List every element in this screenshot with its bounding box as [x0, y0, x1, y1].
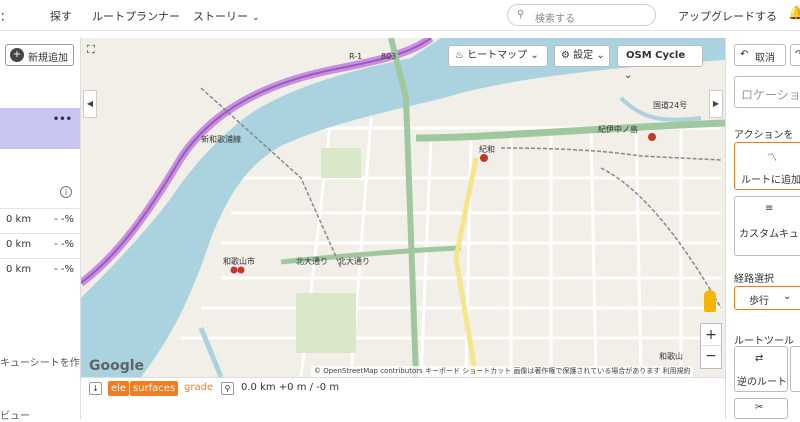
reverse-icon: ⇄: [755, 353, 764, 364]
travel-mode-label: 歩行: [749, 296, 769, 307]
chevron-down-icon: ⌄: [624, 70, 633, 81]
chevron-down-icon: ⌄: [596, 50, 605, 61]
map-attribution: © OpenStreetMap contributors キーボード ショートカ…: [311, 366, 694, 377]
map-layer-select[interactable]: OSM Cycle ⌄: [617, 45, 703, 81]
cue-sheet-link[interactable]: キューシートを作: [0, 354, 80, 369]
location-placeholder: ロケーショ: [741, 88, 800, 102]
zoom-out-button[interactable]: −: [701, 346, 721, 368]
settings-label: 設定: [573, 50, 594, 61]
menu-dots-icon[interactable]: ：: [0, 8, 11, 24]
stat-percent: - -%: [54, 214, 74, 225]
travel-mode-select[interactable]: 歩行 ⌄: [734, 286, 800, 310]
custom-cue-label: カスタムキュー: [739, 229, 800, 240]
bell-icon[interactable]: 🔔: [788, 6, 800, 21]
location-input[interactable]: ロケーショ: [734, 76, 800, 108]
flame-icon: ♨: [455, 50, 464, 61]
selected-route-item[interactable]: •••: [0, 108, 80, 149]
scissors-icon: ✂: [755, 402, 764, 413]
stat-row: 0 km - -%: [0, 208, 80, 230]
list-icon: ≡: [765, 203, 774, 214]
map-canvas: [81, 38, 725, 377]
route-shield: R-1: [349, 52, 363, 61]
tag-surfaces[interactable]: surfaces: [130, 381, 179, 396]
path-title: 経路選択: [734, 274, 774, 285]
heatmap-button[interactable]: ♨ ヒートマップ ⌄: [448, 45, 548, 67]
chart-line-icon: 〽: [767, 153, 777, 164]
stat-distance: 0 km: [6, 264, 32, 275]
chevron-down-icon: ⌄: [252, 13, 260, 23]
tag-ele[interactable]: ele: [108, 381, 130, 396]
reverse-label: 逆のルート: [737, 377, 787, 388]
heatmap-label: ヒートマップ: [467, 50, 528, 61]
add-new-button[interactable]: + 新規追加: [5, 44, 74, 66]
info-icon[interactable]: i: [60, 186, 72, 198]
top-navigation: ： 探す ルートプランナー ストーリー ⌄ ⚲ 検索する アップグレードする 🔔: [0, 0, 800, 31]
tag-grade[interactable]: grade: [184, 382, 213, 393]
station-label: 和歌山市: [223, 257, 255, 266]
tools-title: ルートツール: [734, 336, 794, 347]
stat-distance: 0 km: [6, 239, 32, 250]
upgrade-link[interactable]: アップグレードする: [678, 8, 777, 24]
layer-label: OSM Cycle: [626, 50, 686, 61]
stat-row: 0 km - -%: [0, 258, 80, 280]
stat-percent: - -%: [54, 239, 74, 250]
undo-button[interactable]: ↶ 取消: [734, 44, 786, 66]
search-icon: ⚲: [517, 9, 525, 20]
reverse-route-button[interactable]: ⇄ 逆のルート: [734, 346, 788, 392]
split-tool-button[interactable]: ✂: [734, 398, 788, 419]
route-shield: 803: [381, 52, 397, 61]
fullscreen-icon[interactable]: ⛶: [87, 43, 103, 59]
nav-route-planner[interactable]: ルートプランナー: [92, 8, 180, 24]
road-label: 国道24号: [653, 101, 688, 110]
settings-button[interactable]: ⚙ 設定 ⌄: [554, 45, 610, 67]
gear-icon: ⚙: [561, 50, 570, 61]
plus-icon: +: [10, 48, 24, 62]
zoom-in-button[interactable]: +: [701, 324, 721, 346]
station-label: 紀和: [479, 145, 495, 154]
chevron-down-icon: ⌄: [783, 291, 792, 302]
elevation-bar: ↓ ele surfaces grade ⚲ 0.0 km +0 m / -0 …: [81, 377, 725, 399]
custom-cue-button[interactable]: ≡ カスタムキュー: [734, 196, 800, 256]
search-placeholder: 検索する: [535, 14, 575, 25]
map-view[interactable]: 紀和 紀伊中ノ島 和歌山市 北大通り 北大通り 和歌山 国道24号 803 R-…: [81, 38, 725, 377]
elevation-summary: 0.0 km +0 m / -0 m: [241, 382, 340, 393]
undo-icon: ↶: [740, 49, 749, 60]
nav-explore[interactable]: 探す: [50, 8, 72, 24]
google-logo: Google: [89, 358, 145, 374]
redo-button[interactable]: ↷: [790, 44, 800, 66]
road-label: 新和歌浦線: [201, 135, 241, 144]
redo-icon: ↷: [795, 49, 800, 60]
nav-stories-label: ストーリー: [193, 10, 248, 23]
zoom-icon[interactable]: ⚲: [221, 382, 234, 395]
collapse-right-icon[interactable]: ▶: [709, 90, 723, 118]
stat-percent: - -%: [54, 264, 74, 275]
undo-label: 取消: [755, 53, 775, 64]
download-icon[interactable]: ↓: [89, 382, 102, 395]
search-input[interactable]: ⚲ 検索する: [507, 4, 656, 26]
stat-row: 0 km - -%: [0, 233, 80, 255]
zoom-control: + −: [700, 323, 722, 369]
add-new-label: 新規追加: [28, 53, 68, 64]
road-label: 北大通り: [338, 257, 370, 266]
add-to-route-label: ルートに追加: [741, 175, 800, 186]
tool-button[interactable]: [790, 346, 800, 392]
more-options-icon[interactable]: •••: [53, 114, 72, 125]
station-label: 紀伊中ノ島: [598, 125, 638, 134]
nav-stories[interactable]: ストーリー ⌄: [193, 8, 260, 24]
street-view-pegman-icon[interactable]: [704, 290, 716, 312]
collapse-left-icon[interactable]: ◀: [83, 90, 97, 118]
left-panel: + 新規追加 ••• i 0 km - -% 0 km - -% 0 km - …: [0, 38, 81, 422]
stat-distance: 0 km: [6, 214, 32, 225]
add-to-route-button[interactable]: 〽 ルートに追加: [734, 142, 800, 190]
road-label: 北大通り: [296, 257, 328, 266]
chevron-down-icon: ⌄: [530, 50, 539, 61]
station-label: 和歌山: [659, 352, 683, 361]
review-label: ビュー: [0, 411, 30, 422]
right-panel: ↶ 取消 ↷ ロケーショ アクションをク 〽 ルートに追加 ≡ カスタムキュー …: [725, 38, 800, 419]
